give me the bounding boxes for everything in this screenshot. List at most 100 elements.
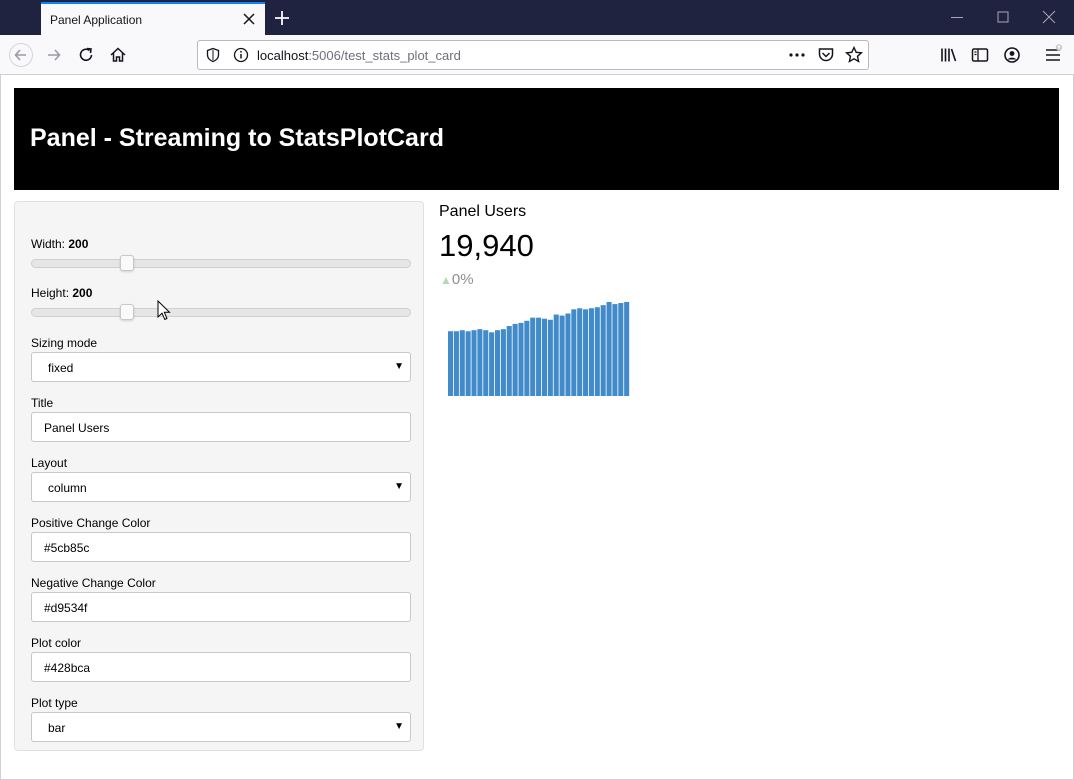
chart-bar <box>541 318 548 396</box>
chart-bar <box>518 322 524 396</box>
title-input-value: Panel Users <box>44 421 110 435</box>
chart-bar <box>571 309 577 396</box>
home-icon[interactable] <box>107 44 129 66</box>
chart-bar <box>530 317 536 396</box>
chart-bar <box>606 302 612 396</box>
card-title: Panel Users <box>439 203 527 220</box>
title-label: Title <box>31 396 54 410</box>
chevron-down-icon: ▼ <box>394 721 404 732</box>
chart-bar <box>612 304 618 396</box>
arrow-left-icon[interactable] <box>9 43 33 67</box>
reload-icon[interactable] <box>75 44 97 66</box>
negative-color-input[interactable]: #d9534f <box>31 592 411 622</box>
card-change: ▲0% <box>440 271 474 288</box>
plot-color-input[interactable]: #428bca <box>31 652 411 682</box>
pocket-icon[interactable] <box>816 45 836 65</box>
url-path: :5006/test_stats_plot_card <box>308 48 461 63</box>
chart-bar <box>524 320 530 396</box>
more-actions-icon[interactable] <box>787 45 807 65</box>
chart-bar <box>512 323 518 396</box>
plot-color-label: Plot color <box>31 636 82 650</box>
address-bar[interactable]: localhost:5006/test_stats_plot_card <box>197 40 869 70</box>
shield-icon[interactable] <box>204 46 222 64</box>
chart-bar <box>453 331 459 396</box>
mouse-cursor-icon <box>157 300 171 321</box>
maximize-icon[interactable] <box>994 8 1012 26</box>
chart-bar <box>448 331 454 396</box>
card-change-value: 0% <box>451 271 474 288</box>
chart-bar <box>477 329 483 396</box>
chart-bar <box>588 308 594 396</box>
width-slider[interactable] <box>31 255 411 271</box>
width-label-text: Width: <box>31 237 69 251</box>
negative-color-value: #d9534f <box>44 601 88 615</box>
chart-bar <box>500 329 506 396</box>
bookmark-star-icon[interactable] <box>844 45 864 65</box>
chart-bar <box>553 314 559 396</box>
chart-bar <box>459 330 465 396</box>
chart-bar <box>489 332 495 396</box>
chart-bar <box>624 302 630 396</box>
width-label: Width: 200 <box>31 237 88 251</box>
chart-bar <box>594 307 600 396</box>
close-tab-icon[interactable] <box>239 9 259 29</box>
chart-bar <box>483 330 489 396</box>
page-title: Panel - Streaming to StatsPlotCard <box>30 124 444 152</box>
chart-bar <box>565 313 571 396</box>
layout-select[interactable]: column ▼ <box>31 472 411 502</box>
height-label: Height: 200 <box>31 286 92 300</box>
account-icon[interactable] <box>1001 44 1023 66</box>
chevron-down-icon: ▼ <box>394 361 404 372</box>
chart-bar <box>536 317 542 396</box>
chart-bar <box>559 315 565 396</box>
height-slider-handle[interactable] <box>119 304 134 320</box>
browser-titlebar: Panel Application <box>0 0 1074 35</box>
tab-title: Panel Application <box>50 13 143 27</box>
page-header: Panel - Streaming to StatsPlotCard <box>14 88 1059 190</box>
layout-label: Layout <box>31 456 68 470</box>
sizing-mode-value: fixed <box>48 361 74 375</box>
chart-bar <box>618 303 624 396</box>
close-window-icon[interactable] <box>1040 8 1058 26</box>
chart-bar <box>471 330 477 396</box>
chevron-down-icon: ▼ <box>394 481 404 492</box>
chart-bar <box>577 308 583 396</box>
library-icon[interactable] <box>938 44 960 66</box>
sizing-mode-label: Sizing mode <box>31 336 98 350</box>
browser-tab[interactable]: Panel Application <box>41 2 265 35</box>
minimize-icon[interactable] <box>948 8 966 26</box>
sidebar-icon[interactable] <box>969 44 991 66</box>
card-bar-chart <box>448 302 630 396</box>
controls-panel: Width: 200 Height: 200 Sizing mode fixed… <box>14 201 424 751</box>
card-value: 19,940 <box>439 228 534 263</box>
chart-bar <box>583 309 589 396</box>
plot-type-value: bar <box>48 721 66 735</box>
width-slider-handle[interactable] <box>119 255 134 271</box>
chart-bar <box>465 331 471 396</box>
arrow-right-icon[interactable] <box>43 44 65 66</box>
browser-navbar: localhost:5006/test_stats_plot_card <box>0 35 1074 75</box>
layout-value: column <box>48 481 87 495</box>
plot-color-value: #428bca <box>44 661 91 675</box>
chart-bar <box>506 326 512 396</box>
menu-icon[interactable] <box>1042 44 1064 66</box>
chart-bar <box>494 330 501 396</box>
positive-color-label: Positive Change Color <box>31 516 151 530</box>
width-value: 200 <box>68 237 89 251</box>
height-label-text: Height: <box>31 286 73 300</box>
chart-bar <box>547 319 553 396</box>
new-tab-icon[interactable] <box>272 8 292 28</box>
height-slider[interactable] <box>31 304 411 320</box>
sizing-mode-select[interactable]: fixed ▼ <box>31 352 411 382</box>
url-host: localhost <box>257 48 309 63</box>
positive-color-input[interactable]: #5cb85c <box>31 532 411 562</box>
negative-color-label: Negative Change Color <box>31 576 156 590</box>
title-input[interactable]: Panel Users <box>31 412 411 442</box>
plot-type-label: Plot type <box>31 696 78 710</box>
url-text: localhost:5006/test_stats_plot_card <box>257 48 461 63</box>
info-icon[interactable] <box>232 46 250 64</box>
plot-type-select[interactable]: bar ▼ <box>31 712 411 742</box>
height-value: 200 <box>72 286 93 300</box>
triangle-up-icon: ▲ <box>440 273 452 287</box>
positive-color-value: #5cb85c <box>44 541 90 555</box>
